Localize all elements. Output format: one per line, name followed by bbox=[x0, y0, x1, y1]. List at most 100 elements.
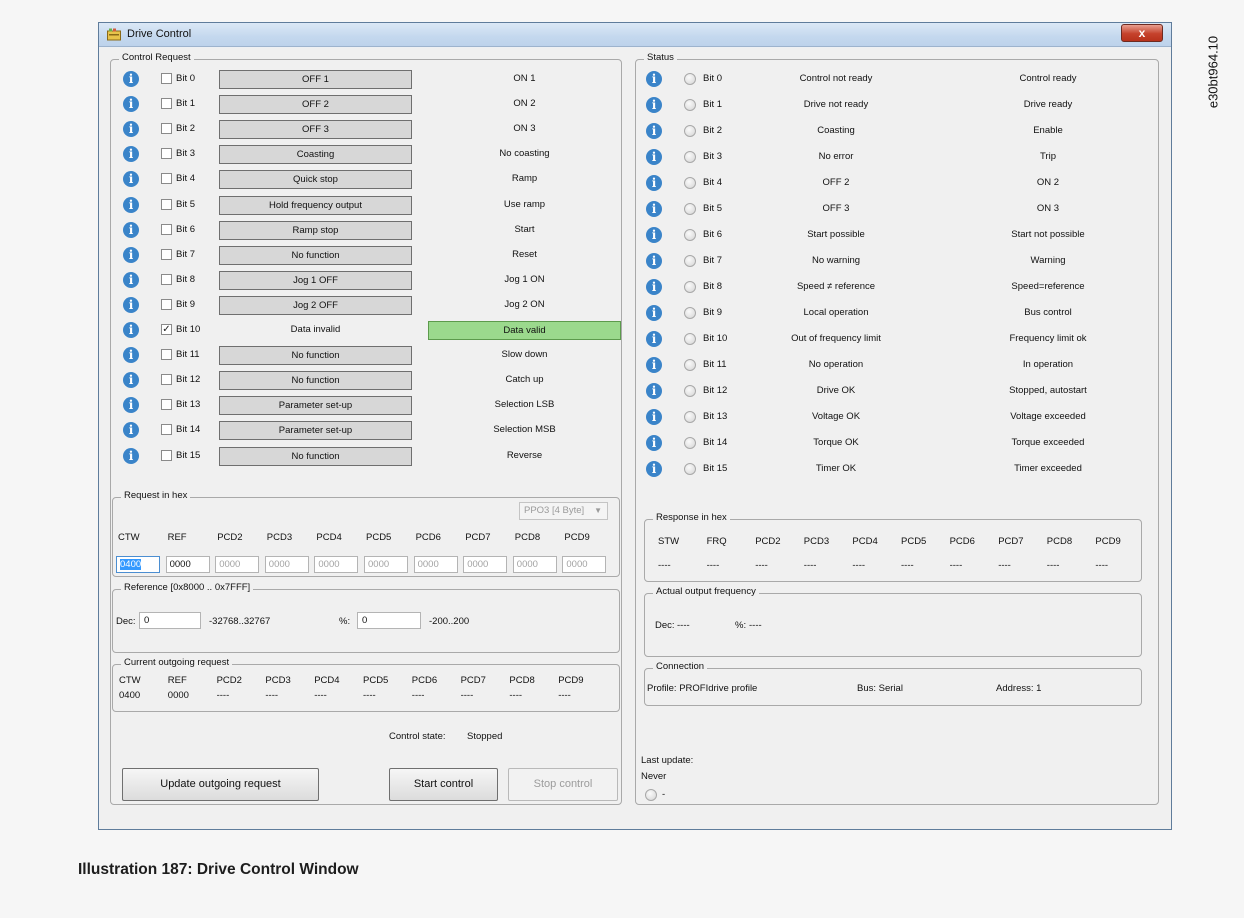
bit-off-button[interactable]: Hold frequency output bbox=[219, 195, 412, 215]
bit-off-button[interactable]: Coasting bbox=[219, 145, 412, 165]
bit-checkbox[interactable] bbox=[161, 399, 172, 411]
info-icon[interactable]: i bbox=[123, 196, 139, 213]
bit-checkbox[interactable] bbox=[161, 374, 172, 386]
bit-on-button[interactable]: Data valid bbox=[428, 321, 621, 340]
request-hex-input[interactable]: 0000 bbox=[413, 556, 458, 573]
bit-checkbox[interactable] bbox=[161, 173, 172, 185]
ppo-select[interactable]: PPO3 [4 Byte] ▼ bbox=[519, 502, 608, 520]
info-icon[interactable]: i bbox=[646, 123, 662, 139]
bit-checkbox[interactable] bbox=[161, 148, 172, 160]
bit-off-button[interactable]: Jog 2 OFF bbox=[219, 295, 412, 315]
info-icon[interactable]: i bbox=[123, 221, 139, 238]
bit-off-button[interactable]: OFF 1 bbox=[219, 70, 412, 89]
info-icon[interactable]: i bbox=[646, 71, 662, 87]
request-hex-input[interactable]: 0000 bbox=[463, 556, 508, 573]
request-hex-input[interactable]: 0000 bbox=[165, 556, 210, 573]
bit-checkbox[interactable] bbox=[161, 98, 172, 110]
request-hex-input[interactable]: 0400 bbox=[116, 556, 160, 573]
control-bit-row: i Bit 9 Jog 2 OFF Jog 2 ON bbox=[111, 293, 621, 317]
update-outgoing-request-button[interactable]: Update outgoing request bbox=[122, 768, 319, 801]
info-icon[interactable]: i bbox=[123, 397, 139, 414]
info-icon[interactable]: i bbox=[646, 435, 662, 451]
info-icon[interactable]: i bbox=[646, 227, 662, 243]
bit-off-button[interactable]: No function bbox=[219, 346, 412, 366]
bit-off-button[interactable]: No function bbox=[219, 446, 412, 466]
bit-off-button[interactable]: Parameter set-up bbox=[219, 396, 412, 416]
request-hex-input[interactable]: 0000 bbox=[264, 556, 309, 573]
info-icon[interactable]: i bbox=[123, 96, 139, 113]
bit-checkbox[interactable] bbox=[161, 248, 172, 260]
info-icon[interactable]: i bbox=[123, 372, 139, 389]
bit-checkbox[interactable] bbox=[161, 123, 172, 135]
info-icon[interactable]: i bbox=[123, 146, 139, 163]
outgoing-value: ---- bbox=[314, 690, 327, 701]
bit-checkbox[interactable] bbox=[161, 298, 172, 310]
info-icon[interactable]: i bbox=[123, 121, 139, 138]
info-icon[interactable]: i bbox=[646, 305, 662, 321]
info-icon[interactable]: i bbox=[123, 271, 139, 288]
info-icon[interactable]: i bbox=[123, 422, 139, 439]
request-hex-input[interactable]: 0000 bbox=[512, 556, 557, 573]
dec-input[interactable]: 0 bbox=[139, 612, 201, 629]
status-on-label: Bus control bbox=[1024, 307, 1072, 318]
bit-checkbox[interactable] bbox=[161, 273, 172, 285]
bit-label: Bit 0 bbox=[176, 73, 196, 84]
request-hex-input[interactable]: 0000 bbox=[215, 556, 260, 573]
request-hex-input[interactable]: 0000 bbox=[562, 556, 607, 573]
outgoing-header: PCD6 bbox=[411, 675, 438, 686]
bit-label: Bit 3 bbox=[176, 148, 196, 160]
info-icon[interactable]: i bbox=[646, 461, 662, 477]
start-control-button[interactable]: Start control bbox=[389, 768, 498, 801]
info-icon[interactable]: i bbox=[123, 71, 139, 87]
bit-label: Bit 13 bbox=[703, 411, 728, 422]
info-icon[interactable]: i bbox=[123, 171, 139, 188]
bit-off-button[interactable]: Parameter set-up bbox=[219, 421, 412, 441]
close-icon[interactable]: x bbox=[1121, 24, 1163, 42]
info-icon[interactable]: i bbox=[646, 331, 662, 347]
info-icon[interactable]: i bbox=[646, 383, 662, 399]
response-hex-value: ---- bbox=[658, 560, 671, 571]
bit-checkbox[interactable] bbox=[161, 449, 172, 461]
ppo-select-value: PPO3 [4 Byte] bbox=[524, 505, 585, 516]
info-icon[interactable]: i bbox=[646, 175, 662, 191]
bit-off-button[interactable]: Ramp stop bbox=[219, 220, 412, 240]
bit-off-button[interactable]: No function bbox=[219, 245, 412, 265]
outgoing-header: PCD8 bbox=[509, 675, 535, 686]
info-icon[interactable]: i bbox=[123, 447, 139, 464]
request-hex-input[interactable]: 0000 bbox=[364, 556, 408, 573]
bit-off-button[interactable]: Quick stop bbox=[219, 170, 412, 190]
info-icon[interactable]: i bbox=[123, 322, 139, 338]
status-off-label: No error bbox=[818, 151, 854, 162]
info-icon[interactable]: i bbox=[123, 246, 139, 263]
bit-off-button[interactable]: OFF 3 bbox=[219, 120, 412, 140]
info-icon[interactable]: i bbox=[123, 347, 139, 364]
info-icon[interactable]: i bbox=[123, 296, 139, 313]
bit-checkbox[interactable] bbox=[161, 424, 172, 436]
info-icon[interactable]: i bbox=[646, 279, 662, 295]
bit-checkbox[interactable] bbox=[161, 198, 172, 210]
info-icon[interactable]: i bbox=[646, 97, 662, 113]
info-icon[interactable]: i bbox=[646, 149, 662, 165]
response-hex-header: PCD5 bbox=[901, 536, 927, 547]
bit-checkbox[interactable] bbox=[161, 73, 172, 84]
dec-label: Dec: bbox=[116, 616, 136, 627]
response-hex-header: PCD6 bbox=[949, 536, 975, 547]
bit-checkbox[interactable] bbox=[161, 349, 172, 361]
bit-off-button[interactable]: Jog 1 OFF bbox=[219, 270, 412, 290]
status-indicator bbox=[684, 307, 696, 319]
info-icon[interactable]: i bbox=[646, 357, 662, 373]
last-update-indicator bbox=[645, 789, 657, 801]
connection-address: Address: 1 bbox=[996, 683, 1042, 694]
bit-checkbox[interactable]: ✓ bbox=[161, 324, 172, 335]
info-icon[interactable]: i bbox=[646, 409, 662, 425]
bit-off-button[interactable]: No function bbox=[219, 371, 412, 391]
control-bit-row: i Bit 13 Parameter set-up Selection LSB bbox=[111, 393, 621, 417]
request-hex-input[interactable]: 0000 bbox=[314, 556, 359, 573]
stop-control-button[interactable]: Stop control bbox=[508, 768, 618, 801]
info-icon[interactable]: i bbox=[646, 253, 662, 269]
response-hex-header: FRQ bbox=[706, 536, 727, 547]
bit-off-button[interactable]: OFF 2 bbox=[219, 95, 412, 115]
bit-checkbox[interactable] bbox=[161, 223, 172, 235]
info-icon[interactable]: i bbox=[646, 201, 662, 217]
pct-input[interactable]: 0 bbox=[357, 612, 421, 629]
